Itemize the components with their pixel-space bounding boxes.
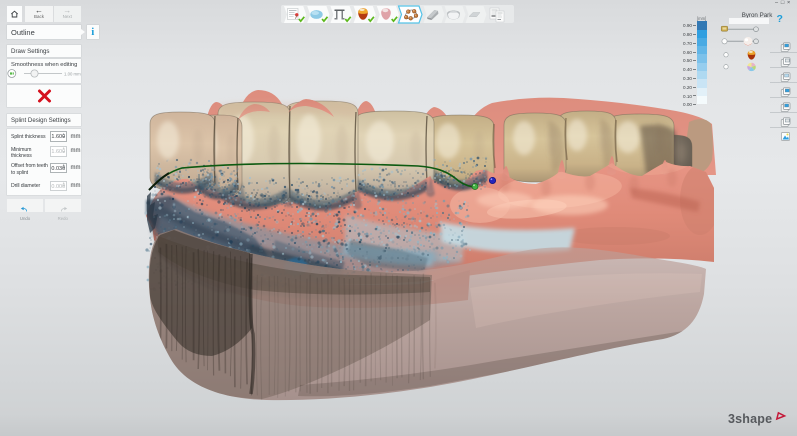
svg-text:1.00 mm: 1.00 mm <box>64 72 81 77</box>
